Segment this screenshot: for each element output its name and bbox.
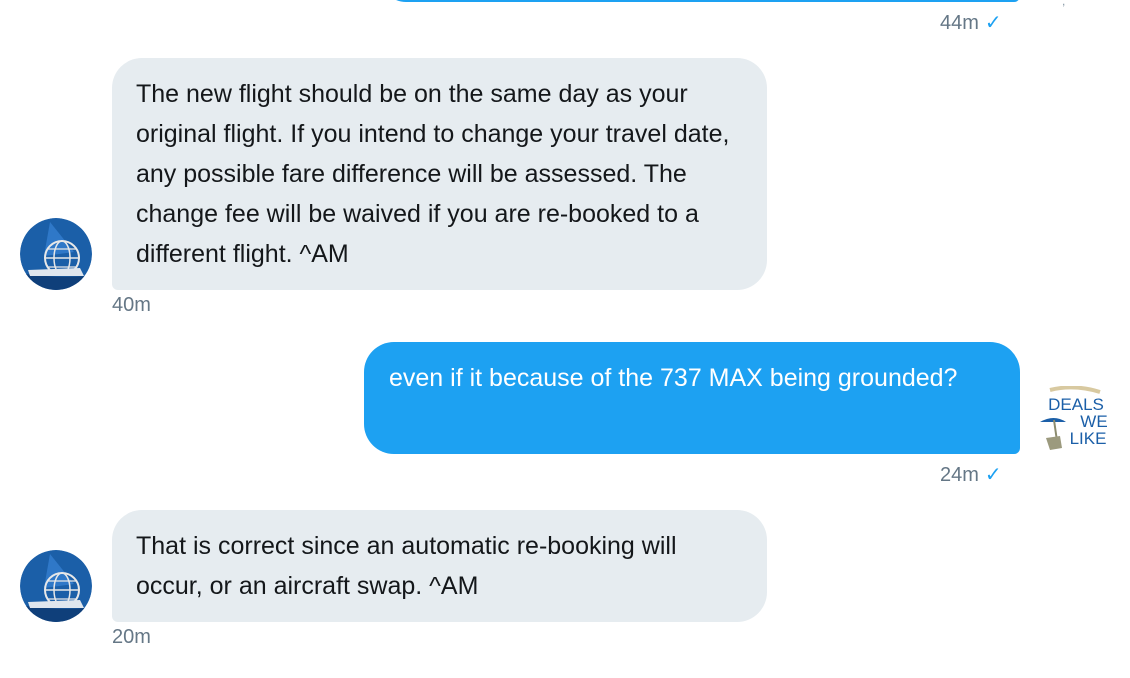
deals-we-like-avatar[interactable]: DEALS WE LIKE xyxy=(1038,386,1110,458)
airline-globe-logo-icon xyxy=(20,550,92,622)
message-time: 20m xyxy=(112,626,151,648)
outgoing-message-time: 24m ✓ xyxy=(940,462,1002,487)
outgoing-message-bubble[interactable]: even if it because of the 737 MAX being … xyxy=(364,342,1020,454)
message-text: That is correct since an automatic re-bo… xyxy=(136,532,677,600)
read-check-icon: ✓ xyxy=(984,464,1002,486)
message-text: The new flight should be on the same day… xyxy=(136,80,730,268)
deals-we-like-logo-icon: DEALS WE LIKE xyxy=(1038,386,1110,458)
previous-message-bubble[interactable] xyxy=(380,0,1020,2)
previous-message-corner: , xyxy=(1062,0,1066,8)
previous-message-time: 44m ✓ xyxy=(940,10,1002,35)
message-time: 40m xyxy=(112,294,151,316)
timestamp-text: 24m xyxy=(940,464,979,486)
airline-avatar[interactable] xyxy=(20,550,92,622)
incoming-message-bubble[interactable]: That is correct since an automatic re-bo… xyxy=(112,510,767,622)
logo-word-like: LIKE xyxy=(1070,429,1107,448)
airline-avatar[interactable] xyxy=(20,218,92,290)
airline-globe-logo-icon xyxy=(20,218,92,290)
message-text: even if it because of the 737 MAX being … xyxy=(389,364,958,392)
read-check-icon: ✓ xyxy=(984,12,1002,34)
incoming-message-bubble[interactable]: The new flight should be on the same day… xyxy=(112,58,767,290)
timestamp-text: 44m xyxy=(940,12,979,34)
